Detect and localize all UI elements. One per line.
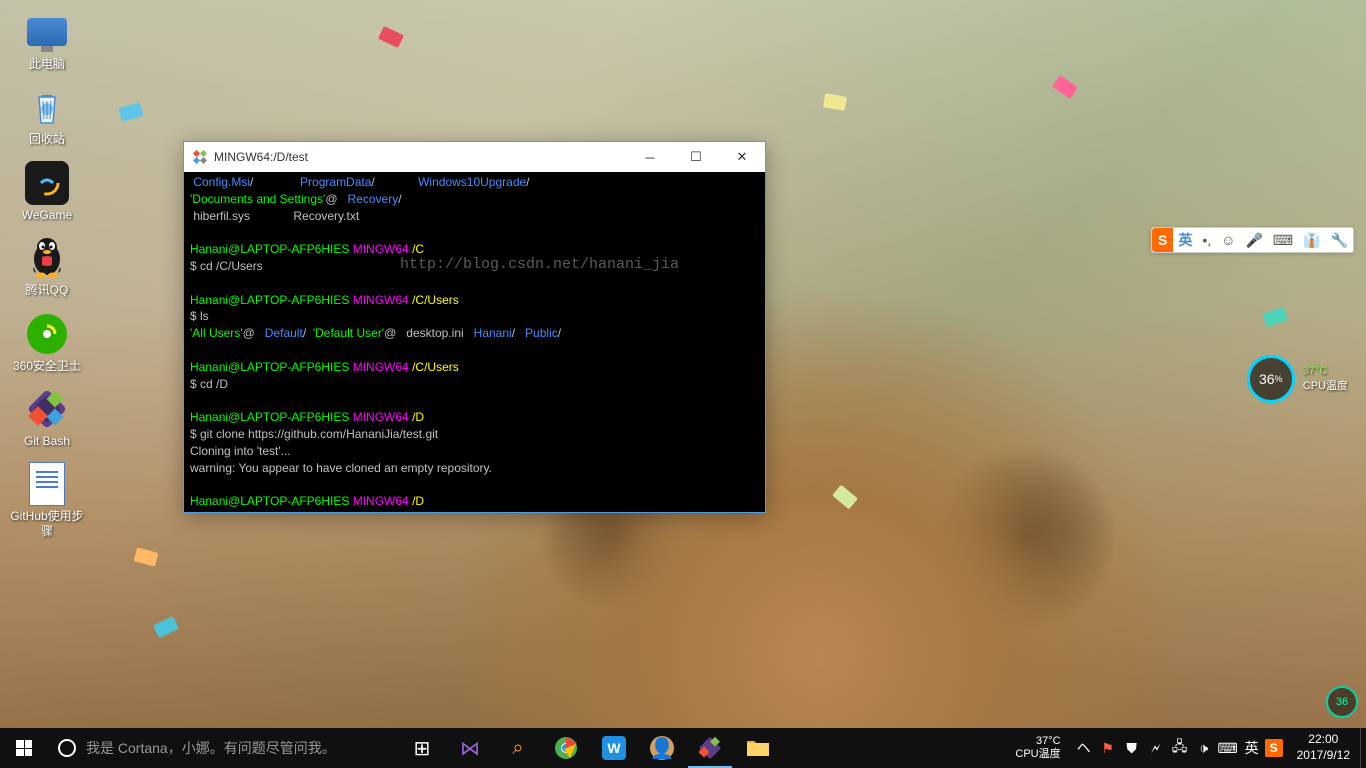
wps-icon: W	[602, 736, 626, 760]
cpu-info: 37°C CPU温度	[1303, 365, 1348, 393]
icon-label: 回收站	[29, 132, 65, 146]
icon-label: GitHub使用步骤	[10, 509, 84, 538]
recycle-bin-icon	[25, 85, 69, 129]
taskbar-clock[interactable]: 22:00 2017/9/12	[1287, 732, 1360, 763]
show-desktop-button[interactable]	[1360, 728, 1366, 768]
desktop-icon-wegame[interactable]: WeGame	[10, 161, 84, 222]
git-bash-icon	[25, 387, 69, 431]
taskbar-apps: ⊞ ⋈ ⌕ W 👤	[398, 728, 782, 768]
icon-label: 腾讯QQ	[26, 283, 69, 297]
taskbar-app-taskview[interactable]: ⊞	[398, 728, 446, 768]
ime-keyboard-icon[interactable]: ⌨	[1268, 228, 1298, 252]
ime-punct-icon[interactable]: •,	[1197, 228, 1216, 252]
ime-emoji-icon[interactable]: ☺	[1216, 228, 1240, 252]
cpu-percent-circle: 36%	[1247, 355, 1295, 403]
tray-network-icon[interactable]: 🖧	[1169, 728, 1191, 768]
taskbar-app-avatar[interactable]: 👤	[638, 728, 686, 768]
icon-label: WeGame	[22, 208, 72, 222]
tray-sogou-icon[interactable]: S	[1265, 739, 1283, 757]
taskbar-app-chrome[interactable]	[542, 728, 590, 768]
tray-flag-icon[interactable]: ⚑	[1097, 728, 1119, 768]
side-widget[interactable]: 36	[1326, 686, 1358, 718]
taskbar: 我是 Cortana，小娜。有问题尽管问我。 ⊞ ⋈ ⌕ W 👤 37°C CP…	[0, 728, 1366, 768]
taskbar-app-search[interactable]: ⌕	[494, 728, 542, 768]
taskbar-app-wps[interactable]: W	[590, 728, 638, 768]
taskbar-cpu-temp[interactable]: 37°C CPU温度	[1015, 735, 1068, 761]
start-button[interactable]	[0, 728, 48, 768]
desktop-icon-recycle-bin[interactable]: 回收站	[10, 85, 84, 146]
visual-studio-icon: ⋈	[457, 735, 483, 761]
tray-battery-icon[interactable]: 🗲	[1145, 728, 1167, 768]
terminal-title: MINGW64:/D/test	[214, 150, 627, 164]
ime-language[interactable]: 英	[1173, 228, 1197, 252]
terminal-window[interactable]: MINGW64:/D/test ─ ☐ ✕ Config.Msi/ Progra…	[183, 141, 766, 513]
taskbar-app-vs[interactable]: ⋈	[446, 728, 494, 768]
windows-logo-icon	[16, 740, 32, 756]
folder-icon	[745, 735, 771, 761]
tray-ime-icon[interactable]: ⌨	[1217, 728, 1239, 768]
pc-icon	[25, 10, 69, 54]
wegame-icon	[25, 161, 69, 205]
tray-volume-icon[interactable]: 🕩	[1193, 728, 1215, 768]
terminal-app-icon	[192, 149, 208, 165]
icon-label: Git Bash	[24, 434, 70, 448]
desktop-icon-qq[interactable]: 腾讯QQ	[10, 236, 84, 297]
desktop-icons: 此电脑 回收站 WeGame 腾讯QQ 360安全卫士 Git Bash Git…	[10, 10, 84, 538]
minimize-button[interactable]: ─	[627, 142, 673, 172]
maximize-button[interactable]: ☐	[673, 142, 719, 172]
360-icon	[25, 312, 69, 356]
desktop-icon-github-doc[interactable]: GitHub使用步骤	[10, 462, 84, 538]
taskbar-app-explorer[interactable]	[734, 728, 782, 768]
git-bash-icon	[697, 735, 723, 761]
avatar-icon: 👤	[650, 736, 674, 760]
ime-tool-icon[interactable]: 🔧	[1326, 228, 1353, 252]
icon-label: 此电脑	[29, 57, 65, 71]
cortana-placeholder: 我是 Cortana，小娜。有问题尽管问我。	[86, 738, 336, 758]
ime-logo-icon[interactable]: S	[1152, 228, 1173, 252]
window-controls: ─ ☐ ✕	[627, 142, 765, 172]
close-button[interactable]: ✕	[719, 142, 765, 172]
tray-shield-icon[interactable]: ⛊	[1121, 728, 1143, 768]
tray-lang[interactable]: 英	[1241, 728, 1263, 768]
taskview-icon: ⊞	[409, 735, 435, 761]
system-tray: ヘ ⚑ ⛊ 🗲 🖧 🕩 ⌨ 英 S	[1069, 728, 1287, 768]
cpu-widget[interactable]: 36% 37°C CPU温度	[1247, 355, 1348, 403]
terminal-output[interactable]: Config.Msi/ ProgramData/ Windows10Upgrad…	[184, 172, 765, 512]
tray-up-icon[interactable]: ヘ	[1073, 728, 1095, 768]
chrome-icon	[553, 735, 579, 761]
ime-toolbar[interactable]: S 英 •, ☺ 🎤 ⌨ 👔 🔧	[1151, 227, 1354, 253]
icon-label: 360安全卫士	[13, 359, 81, 373]
cortana-icon	[58, 739, 76, 757]
terminal-titlebar[interactable]: MINGW64:/D/test ─ ☐ ✕	[184, 142, 765, 172]
search-icon: ⌕	[505, 735, 531, 761]
ime-mic-icon[interactable]: 🎤	[1240, 228, 1267, 252]
cortana-search[interactable]: 我是 Cortana，小娜。有问题尽管问我。	[48, 728, 378, 768]
ime-skin-icon[interactable]: 👔	[1298, 228, 1325, 252]
desktop-icon-360[interactable]: 360安全卫士	[10, 312, 84, 373]
qq-icon	[25, 236, 69, 280]
desktop-icon-git-bash[interactable]: Git Bash	[10, 387, 84, 448]
document-icon	[25, 462, 69, 506]
taskbar-app-git[interactable]	[686, 728, 734, 768]
desktop-icon-this-pc[interactable]: 此电脑	[10, 10, 84, 71]
